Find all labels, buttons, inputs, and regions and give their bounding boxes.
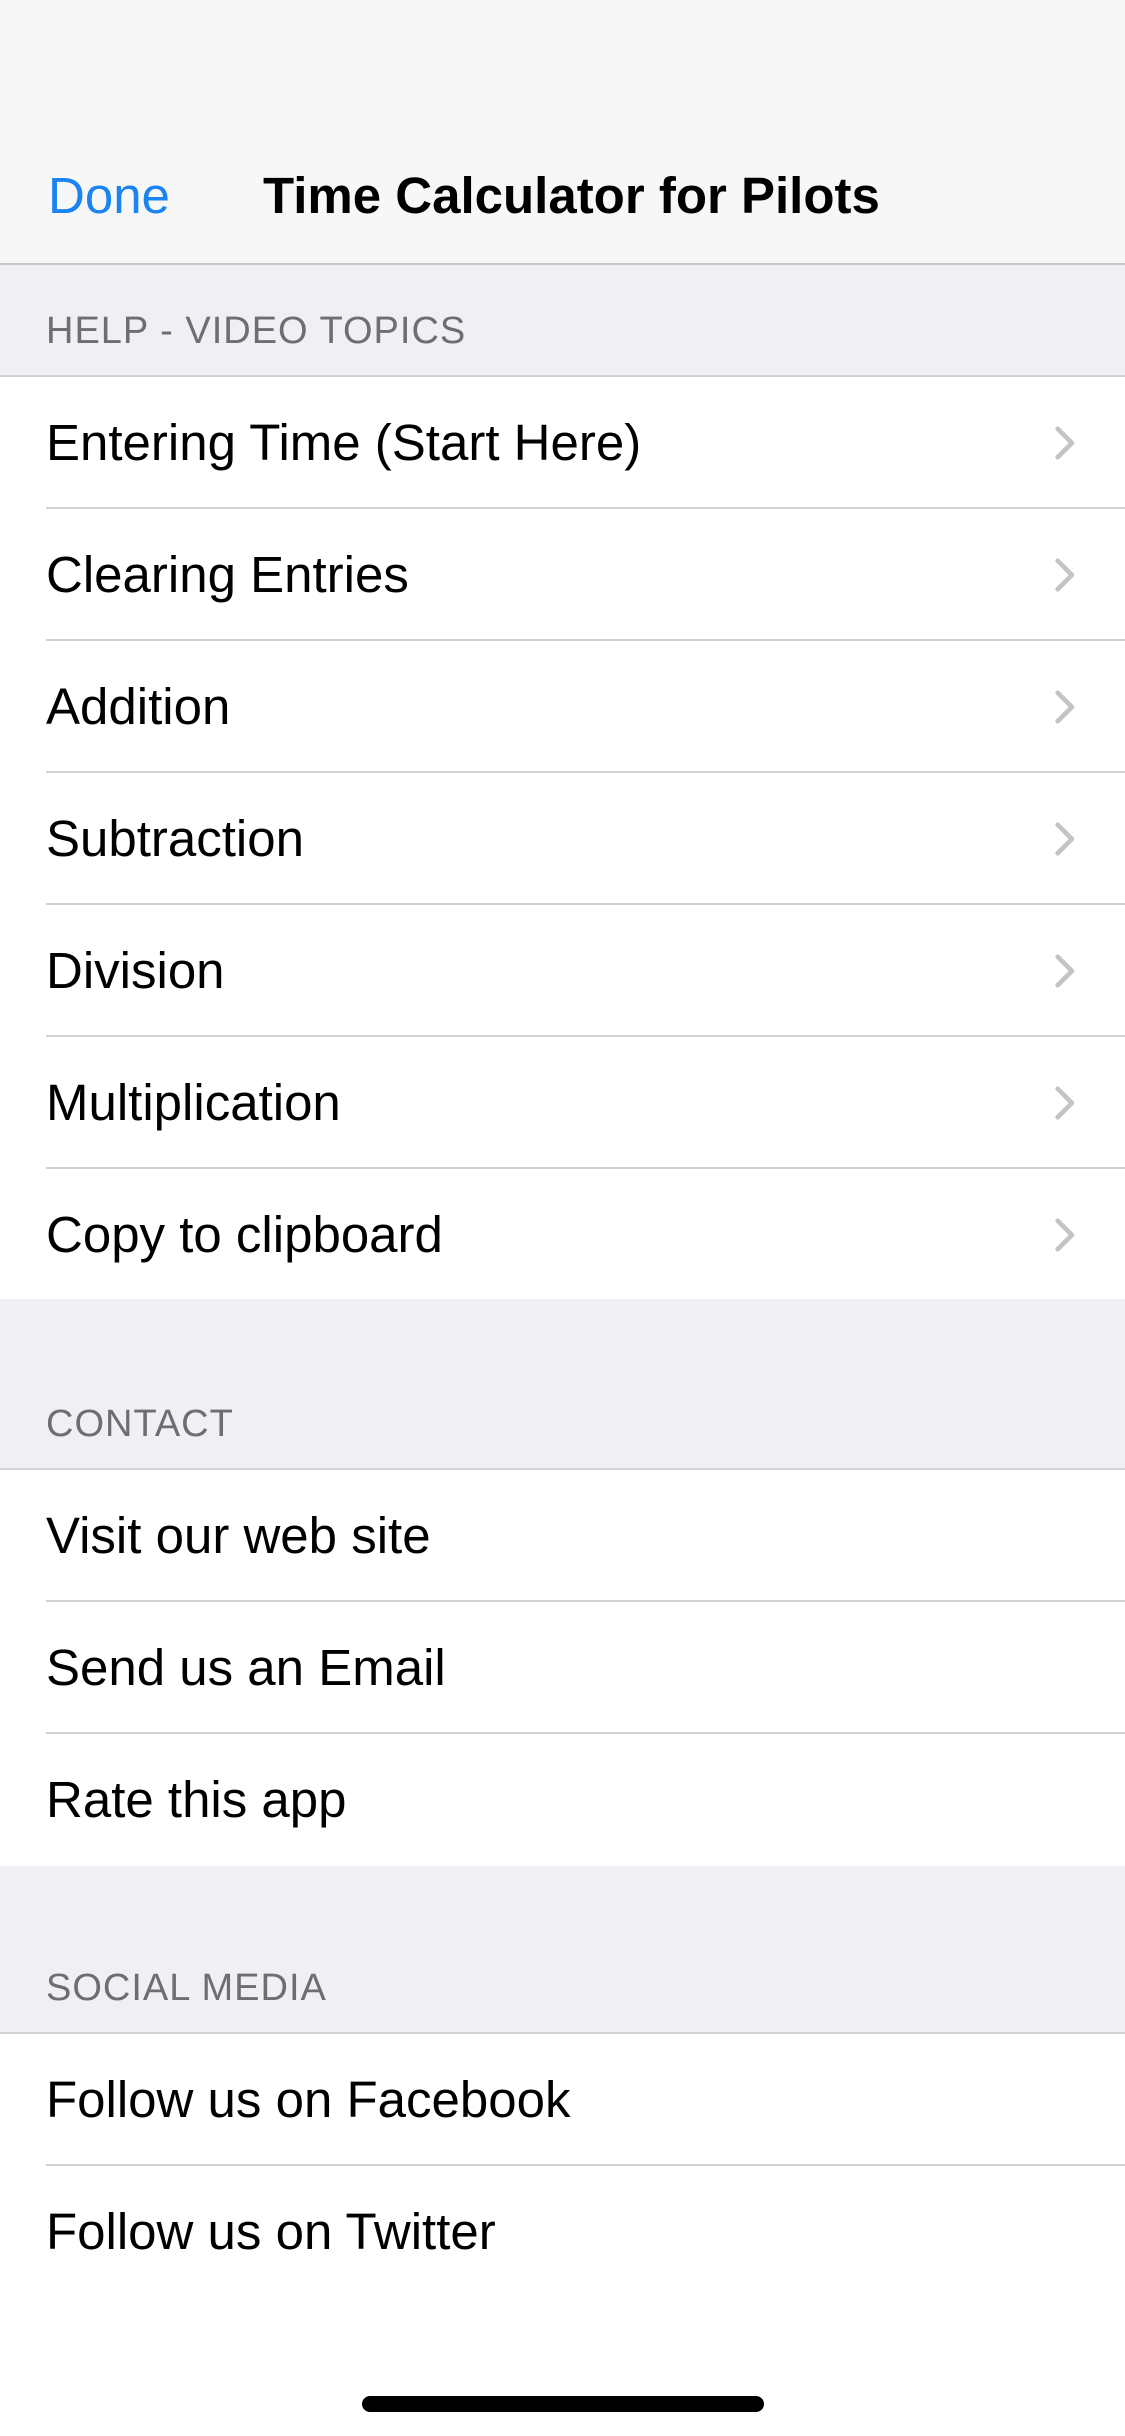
section-header-contact: CONTACT — [0, 1299, 1125, 1468]
home-indicator[interactable] — [362, 2396, 764, 2412]
section-header-label: HELP - VIDEO TOPICS — [46, 310, 467, 352]
list-item-label: Send us an Email — [46, 1639, 446, 1696]
list-item-label: Rate this app — [46, 1771, 347, 1828]
list-item-label: Subtraction — [46, 810, 304, 867]
list-item-label: Addition — [46, 678, 231, 735]
list-item-label: Entering Time (Start Here) — [46, 414, 642, 471]
list-item-send-email[interactable]: Send us an Email — [0, 1602, 1125, 1734]
list-item-entering-time[interactable]: Entering Time (Start Here) — [0, 377, 1125, 509]
contact-list: Visit our web site Send us an Email Rate… — [0, 1468, 1125, 1868]
list-item-label: Division — [46, 942, 225, 999]
section-header-label: SOCIAL MEDIA — [46, 1967, 327, 2009]
list-item-label: Visit our web site — [46, 1507, 431, 1564]
list-item-follow-twitter[interactable]: Follow us on Twitter — [0, 2166, 1125, 2298]
chevron-right-icon — [1055, 1218, 1075, 1252]
list-item-visit-web-site[interactable]: Visit our web site — [0, 1470, 1125, 1602]
list-item-clearing-entries[interactable]: Clearing Entries — [0, 509, 1125, 641]
list-item-division[interactable]: Division — [0, 905, 1125, 1037]
page-title: Time Calculator for Pilots — [263, 167, 880, 224]
chevron-right-icon — [1055, 1086, 1075, 1120]
list-item-label: Clearing Entries — [46, 546, 409, 603]
section-header-label: CONTACT — [46, 1403, 234, 1445]
chevron-right-icon — [1055, 426, 1075, 460]
bottom-safe-area — [0, 2294, 1125, 2436]
chevron-right-icon — [1055, 822, 1075, 856]
social-media-list: Follow us on Facebook Follow us on Twitt… — [0, 2032, 1125, 2300]
list-item-label: Multiplication — [46, 1074, 341, 1131]
list-item-label: Copy to clipboard — [46, 1206, 443, 1263]
list-item-rate-app[interactable]: Rate this app — [0, 1734, 1125, 1866]
list-item-follow-facebook[interactable]: Follow us on Facebook — [0, 2034, 1125, 2166]
list-item-multiplication[interactable]: Multiplication — [0, 1037, 1125, 1169]
section-header-social-media: SOCIAL MEDIA — [0, 1866, 1125, 2032]
chevron-right-icon — [1055, 558, 1075, 592]
list-item-subtraction[interactable]: Subtraction — [0, 773, 1125, 905]
navigation-bar: Done Time Calculator for Pilots — [0, 0, 1125, 265]
done-button[interactable]: Done — [48, 166, 170, 226]
list-item-copy-to-clipboard[interactable]: Copy to clipboard — [0, 1169, 1125, 1301]
chevron-right-icon — [1055, 954, 1075, 988]
help-video-topics-list: Entering Time (Start Here) Clearing Entr… — [0, 375, 1125, 1303]
list-item-addition[interactable]: Addition — [0, 641, 1125, 773]
section-header-help: HELP - VIDEO TOPICS — [0, 265, 1125, 375]
chevron-right-icon — [1055, 690, 1075, 724]
list-item-label: Follow us on Twitter — [46, 2203, 496, 2260]
list-item-label: Follow us on Facebook — [46, 2071, 571, 2128]
